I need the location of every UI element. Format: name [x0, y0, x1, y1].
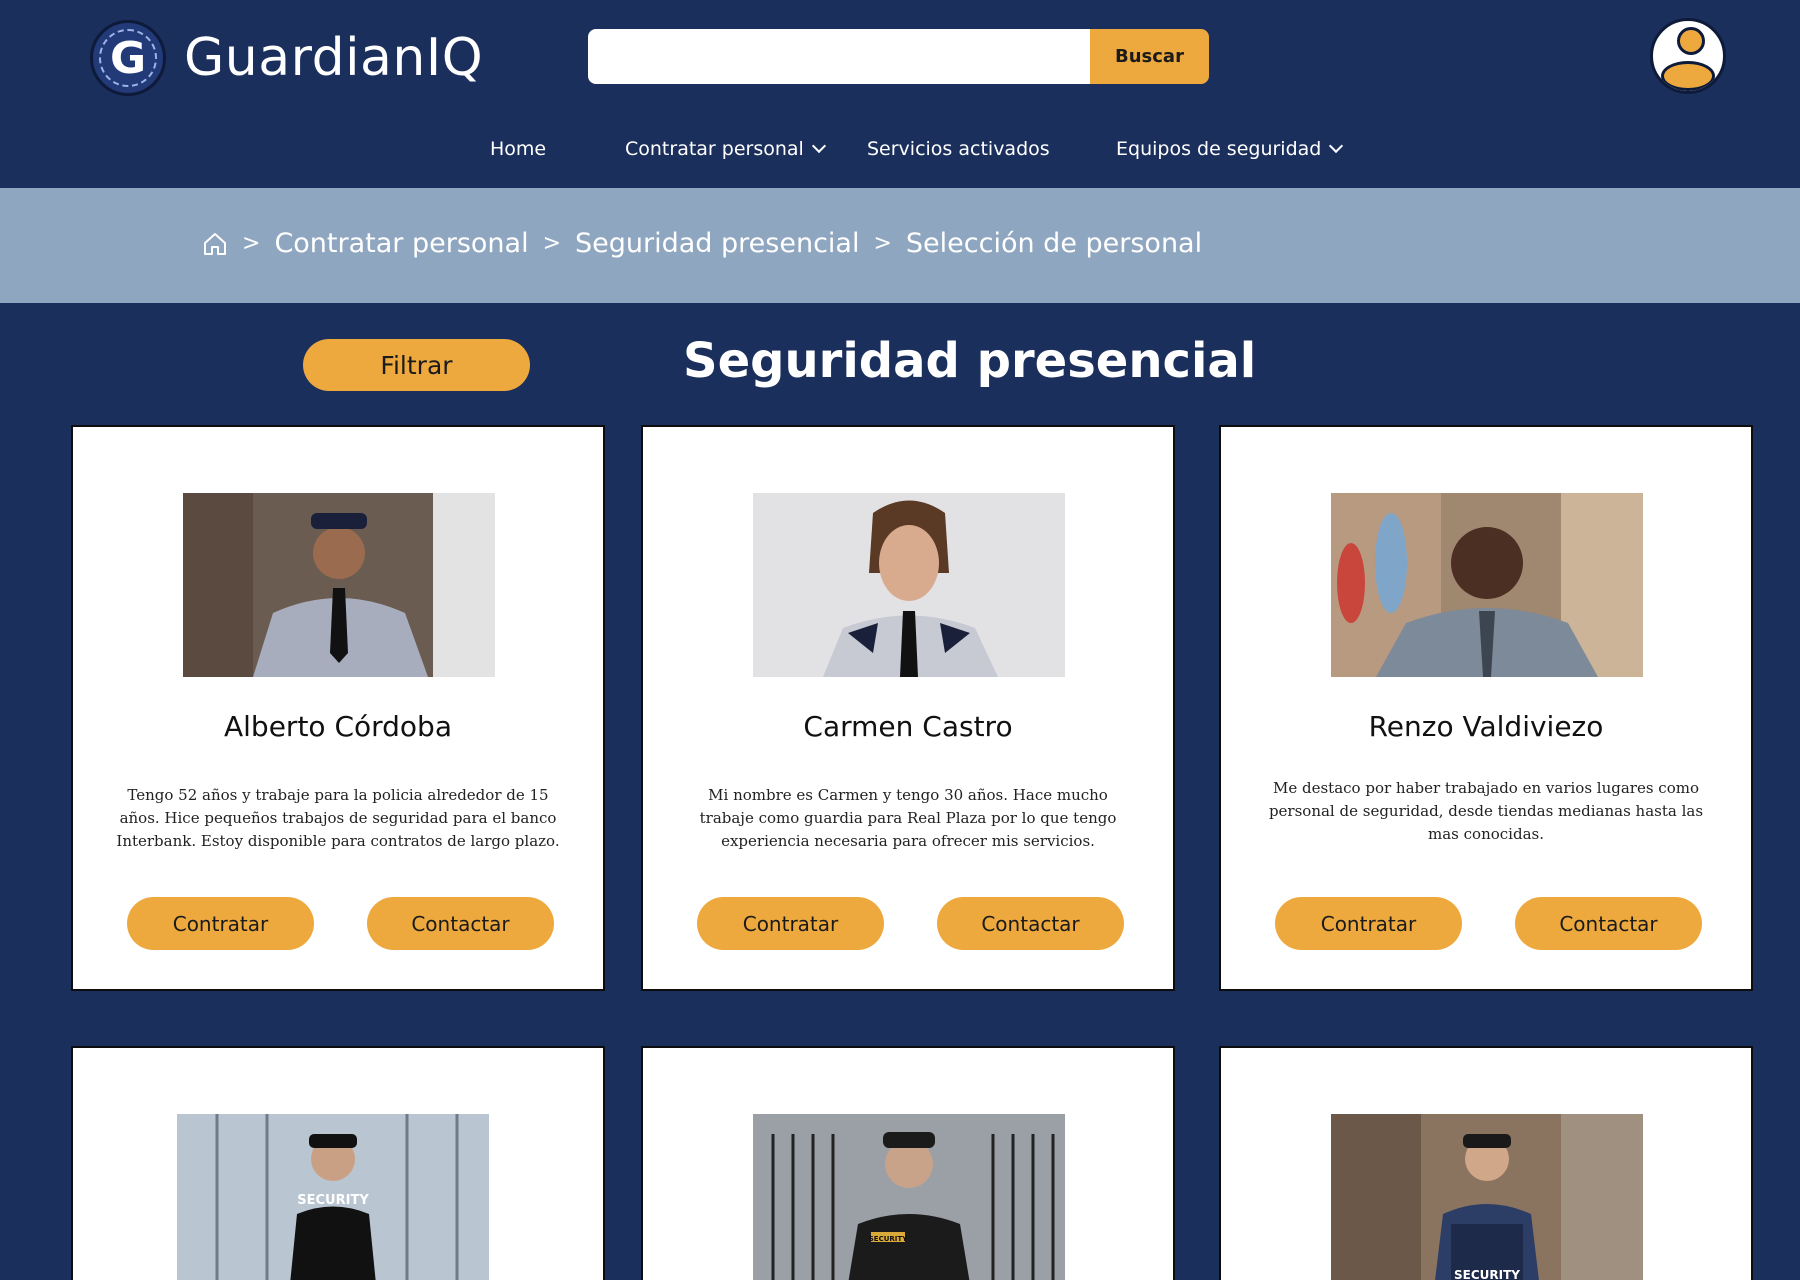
- filter-button[interactable]: Filtrar: [303, 339, 530, 391]
- contact-button[interactable]: Contactar: [1515, 897, 1702, 950]
- chevron-down-icon: [811, 138, 826, 154]
- logo[interactable]: G GuardianIQ: [90, 20, 483, 96]
- guard-card: Alberto Córdoba Tengo 52 años y trabaje …: [71, 425, 605, 991]
- guard-card: SECURITY: [641, 1046, 1175, 1280]
- guard-name: Carmen Castro: [803, 710, 1013, 743]
- breadcrumb-separator: >: [873, 231, 892, 256]
- nav-item-home[interactable]: Home: [490, 138, 546, 160]
- svg-text:SECURITY: SECURITY: [297, 1193, 369, 1208]
- guard-photo: [1331, 493, 1643, 677]
- breadcrumb-separator: >: [542, 231, 562, 256]
- nav-item-contratar-personal[interactable]: Contratar personal: [625, 138, 826, 160]
- breadcrumb-item[interactable]: Contratar personal: [274, 228, 528, 259]
- site-header: G GuardianIQ Buscar Home Contratar perso…: [0, 0, 1800, 188]
- guard-photo: SECURITY: [753, 1114, 1065, 1280]
- logo-icon: G: [90, 20, 166, 96]
- guard-card: SECURITY: [71, 1046, 605, 1280]
- breadcrumb-bar: > Contratar personal > Seguridad presenc…: [0, 188, 1800, 303]
- guard-photo: SECURITY: [177, 1114, 489, 1280]
- nav-item-servicios-activados[interactable]: Servicios activados: [867, 138, 1050, 160]
- guard-name: Renzo Valdiviezo: [1368, 710, 1604, 743]
- page-title: Seguridad presencial: [683, 333, 1257, 389]
- nav-item-equipos-de-seguridad[interactable]: Equipos de seguridad: [1116, 138, 1344, 160]
- guard-card: SECURITY: [1219, 1046, 1753, 1280]
- guard-name: Alberto Córdoba: [224, 710, 452, 743]
- home-icon[interactable]: [202, 231, 228, 257]
- guard-description: Me destaco por haber trabajado en varios…: [1268, 779, 1704, 843]
- chevron-down-icon: [1329, 138, 1344, 154]
- hire-button[interactable]: Contratar: [697, 897, 884, 950]
- search-input[interactable]: [588, 29, 1090, 84]
- contact-button[interactable]: Contactar: [937, 897, 1124, 950]
- nav-item-label: Equipos de seguridad: [1116, 138, 1322, 160]
- nav-item-label: Contratar personal: [625, 138, 804, 160]
- hire-button[interactable]: Contratar: [127, 897, 314, 950]
- breadcrumb-item-current: Selección de personal: [905, 228, 1203, 259]
- guard-description: Mi nombre es Carmen y tengo 30 años. Hac…: [699, 786, 1117, 850]
- user-avatar-icon[interactable]: [1650, 18, 1726, 94]
- search-bar: Buscar: [588, 29, 1209, 84]
- guard-description: Tengo 52 años y trabaje para la policia …: [116, 786, 560, 850]
- svg-text:SECURITY: SECURITY: [869, 1235, 908, 1243]
- nav-item-label: Home: [490, 138, 547, 160]
- main-nav: Home Contratar personal Servicios activa…: [0, 138, 1800, 168]
- guard-card: Renzo Valdiviezo Me destaco por haber tr…: [1219, 425, 1753, 991]
- breadcrumb-item[interactable]: Seguridad presencial: [575, 228, 859, 259]
- guard-photo: SECURITY: [1331, 1114, 1643, 1280]
- brand-name: GuardianIQ: [184, 28, 484, 88]
- svg-text:SECURITY: SECURITY: [1454, 1268, 1520, 1280]
- breadcrumb-separator: >: [242, 231, 261, 256]
- hire-button[interactable]: Contratar: [1275, 897, 1462, 950]
- contact-button[interactable]: Contactar: [367, 897, 554, 950]
- guard-photo: [183, 493, 495, 677]
- search-button[interactable]: Buscar: [1090, 29, 1209, 84]
- guard-card: Carmen Castro Mi nombre es Carmen y teng…: [641, 425, 1175, 991]
- nav-item-label: Servicios activados: [867, 138, 1050, 160]
- guard-photo: [753, 493, 1065, 677]
- breadcrumb: > Contratar personal > Seguridad presenc…: [202, 228, 1202, 259]
